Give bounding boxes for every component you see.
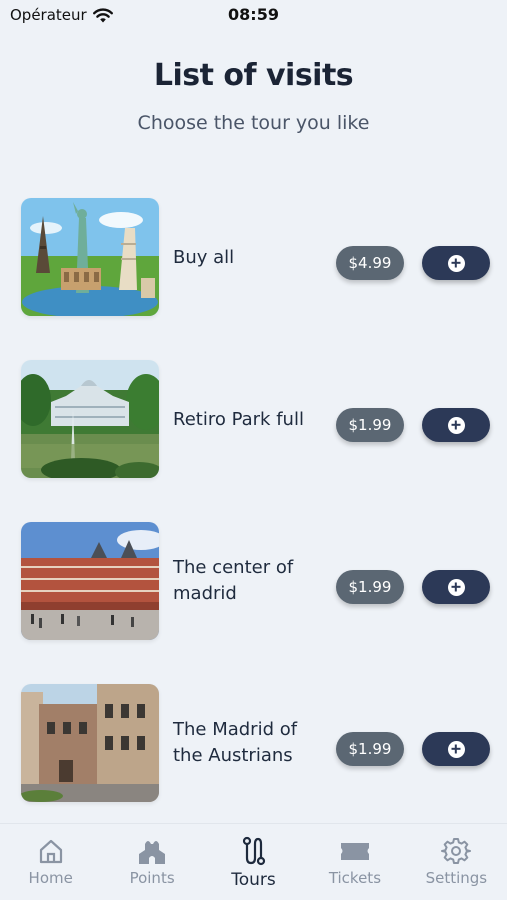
add-tour-button[interactable]: [422, 246, 490, 280]
tour-row[interactable]: Retiro Park full $1.99: [0, 360, 507, 478]
plus-circle-icon: [447, 578, 465, 596]
add-tour-button[interactable]: [422, 408, 490, 442]
tour-name: The center of madrid: [173, 557, 294, 604]
tour-thumbnail-austrian-madrid: [21, 684, 159, 802]
price-badge[interactable]: $1.99: [336, 570, 404, 604]
tab-label: Home: [28, 869, 73, 887]
plus-circle-icon: [447, 740, 465, 758]
tour-name: Buy all: [173, 247, 235, 268]
price-label: $4.99: [348, 254, 392, 272]
plus-circle-icon: [447, 254, 465, 272]
add-tour-button[interactable]: [422, 570, 490, 604]
route-icon: [242, 836, 265, 866]
tour-thumbnail-crystal-palace: [21, 360, 159, 478]
screen: Opérateur 08:59 List of visits Choose th…: [0, 0, 507, 900]
plus-circle-icon: [447, 416, 465, 434]
tab-settings[interactable]: Settings: [406, 824, 507, 900]
tab-points[interactable]: Points: [101, 824, 202, 900]
tab-tours[interactable]: Tours: [203, 824, 304, 900]
tour-row[interactable]: The Madrid of the Austrians $1.99: [0, 684, 507, 802]
church-icon: [139, 841, 166, 864]
status-bar: Opérateur 08:59: [0, 0, 507, 32]
price-label: $1.99: [348, 578, 392, 596]
clock: 08:59: [228, 5, 279, 24]
tab-home[interactable]: Home: [0, 824, 101, 900]
price-label: $1.99: [348, 740, 392, 758]
add-tour-button[interactable]: [422, 732, 490, 766]
page-title: List of visits: [153, 58, 354, 93]
house-icon: [39, 839, 62, 864]
ticket-icon: [340, 843, 369, 860]
tab-label: Points: [129, 869, 175, 887]
tour-name: Retiro Park full: [173, 409, 304, 430]
price-badge[interactable]: $1.99: [336, 732, 404, 766]
price-label: $1.99: [348, 416, 392, 434]
tour-row[interactable]: Buy all $4.99: [0, 198, 507, 316]
price-badge[interactable]: $1.99: [336, 408, 404, 442]
price-badge[interactable]: $4.99: [336, 246, 404, 280]
tab-label: Settings: [425, 869, 488, 887]
tab-label: Tickets: [328, 869, 382, 887]
tour-name: The Madrid of the Austrians: [173, 719, 298, 766]
page-subtitle: Choose the tour you like: [137, 112, 370, 134]
tour-thumbnail-plaza-mayor: [21, 522, 159, 640]
tab-label: Tours: [231, 870, 276, 890]
gear-icon: [441, 838, 472, 864]
tab-tickets[interactable]: Tickets: [304, 824, 405, 900]
tour-row[interactable]: The center of madrid $1.99: [0, 522, 507, 640]
tour-thumbnail-world-landmarks: [21, 198, 159, 316]
tab-bar: Home Points Tours Tickets Settings: [0, 823, 507, 900]
